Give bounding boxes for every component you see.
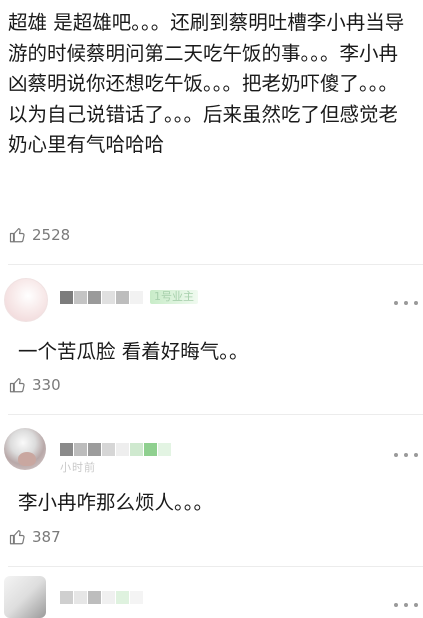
username[interactable]: 1号业主 [60,286,198,308]
divider [8,414,423,415]
comment-body: 李小冉咋那么烦人。。。 [18,491,214,514]
comment-body: 超雄 是超雄吧。。。还刷到蔡明吐槽李小冉当导游的时候蔡明问第二天吃午饭的事。。。… [8,11,405,156]
like-button[interactable]: 330 [9,373,61,397]
user-badge: 1号业主 [150,290,198,304]
like-count: 330 [32,376,61,394]
more-options-button[interactable] [394,598,418,612]
comment-body: 一个苦瓜脸 看着好晦气。。 [18,340,249,363]
divider [8,566,423,567]
like-count: 387 [32,528,61,546]
thumbs-up-icon [9,378,25,393]
like-count: 2528 [32,226,71,244]
more-icon [394,603,398,607]
more-options-button[interactable] [394,448,418,462]
more-options-button[interactable] [394,296,418,310]
timestamp: 小时前 [60,461,96,474]
avatar[interactable] [4,278,48,322]
thumbs-up-icon [9,228,25,243]
divider [8,264,423,265]
username[interactable] [60,586,144,608]
avatar[interactable] [4,428,46,470]
username[interactable] [60,438,172,460]
more-icon [394,453,398,457]
thumbs-up-icon [9,530,25,545]
like-button[interactable]: 387 [9,525,61,549]
more-icon [394,301,398,305]
like-button[interactable]: 2528 [9,223,70,247]
